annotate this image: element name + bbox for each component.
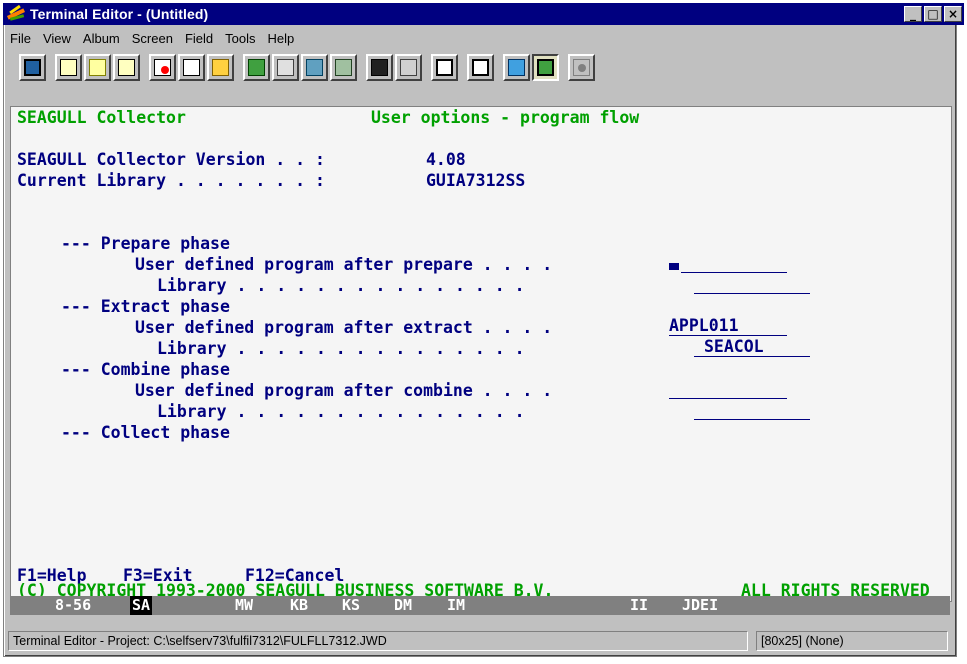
menu-bar: File View Album Screen Field Tools Help: [4, 28, 300, 48]
toolbar-button-select[interactable]: [84, 54, 111, 81]
toolbar-button-draw[interactable]: [113, 54, 140, 81]
menu-field[interactable]: Field: [179, 31, 219, 46]
menu-help[interactable]: Help: [262, 31, 301, 46]
check-icon: [277, 59, 294, 76]
menu-view[interactable]: View: [37, 31, 77, 46]
extract-program-label: User defined program after extract . . .…: [135, 318, 553, 337]
combine-program-label: User defined program after combine . . .…: [135, 381, 553, 400]
close-button[interactable]: ×: [944, 6, 962, 22]
combine-library-field[interactable]: [694, 401, 810, 420]
toolbar: [5, 50, 962, 86]
oia-ii-indicator: II: [630, 596, 649, 614]
minimize-icon: _: [910, 7, 916, 21]
oia-sa-indicator: SA: [130, 596, 153, 615]
toolbar-button-field[interactable]: [178, 54, 205, 81]
key-icon: [573, 59, 590, 76]
toolbar-button-table[interactable]: [366, 54, 393, 81]
status-screen-size: [80x25] (None): [756, 631, 948, 651]
toolbar-button-web[interactable]: [301, 54, 328, 81]
title-bar[interactable]: Terminal Editor - (Untitled) _ □ ×: [3, 3, 964, 25]
menu-file[interactable]: File: [4, 31, 37, 46]
oia-mw-indicator: MW: [235, 596, 254, 614]
oia-jdei-indicator: JDEI: [682, 596, 719, 614]
prepare-library-field[interactable]: [694, 275, 810, 294]
minimize-button[interactable]: _: [904, 6, 922, 22]
open-folder-icon: [212, 59, 229, 76]
menu-tools[interactable]: Tools: [219, 31, 261, 46]
web-icon: [306, 59, 323, 76]
maximize-icon: □: [927, 7, 939, 21]
extract-phase-heading: --- Extract phase: [61, 297, 230, 316]
toolbar-button-display[interactable]: [503, 54, 530, 81]
library-label: Current Library . . . . . . . :: [17, 171, 325, 190]
toolbar-button-record[interactable]: [149, 54, 176, 81]
oia-im-indicator: IM: [447, 596, 466, 614]
app-icon: [24, 59, 41, 76]
prepare-program-label: User defined program after prepare . . .…: [135, 255, 553, 274]
toolbar-button-key[interactable]: [568, 54, 595, 81]
status-project-path: Terminal Editor - Project: C:\selfserv73…: [8, 631, 748, 651]
extract-library-value: SEACOL: [704, 337, 764, 356]
combine-library-label: Library . . . . . . . . . . . . . . .: [157, 402, 525, 421]
extract-library-field[interactable]: SEACOL: [694, 338, 810, 357]
hand-edit-icon: [436, 59, 453, 76]
field-icon: [183, 59, 200, 76]
prepare-library-label: Library . . . . . . . . . . . . . . .: [157, 276, 525, 295]
combine-phase-heading: --- Combine phase: [61, 360, 230, 379]
maximize-button[interactable]: □: [924, 6, 942, 22]
draw-icon: [118, 59, 135, 76]
layout-icon: [400, 59, 417, 76]
menu-screen[interactable]: Screen: [126, 31, 179, 46]
terminal-screen[interactable]: SEAGULL Collector User options - program…: [10, 106, 952, 602]
close-icon: ×: [947, 7, 959, 21]
toolbar-button-layout[interactable]: [395, 54, 422, 81]
combine-program-field[interactable]: [669, 380, 787, 399]
header-left: SEAGULL Collector: [17, 108, 186, 127]
cursor: [669, 263, 679, 270]
record-icon: [154, 59, 171, 76]
grid-icon: [335, 59, 352, 76]
toolbar-button-screen[interactable]: [55, 54, 82, 81]
toolbar-button-open[interactable]: [207, 54, 234, 81]
prepare-program-field[interactable]: [681, 254, 787, 273]
toolbar-button-hand-edit[interactable]: [431, 54, 458, 81]
toolbar-button-book[interactable]: [532, 54, 559, 81]
app-logo-icon: [6, 4, 26, 23]
operator-info-area: 8-56 SA MW KB KS DM IM II JDEI: [10, 596, 950, 615]
component-icon: [248, 59, 265, 76]
toolbar-button-print[interactable]: [467, 54, 494, 81]
table-icon: [371, 59, 388, 76]
screen-icon: [60, 59, 77, 76]
oia-ks-indicator: KS: [342, 596, 361, 614]
toolbar-button-app[interactable]: [19, 54, 46, 81]
prepare-phase-heading: --- Prepare phase: [61, 234, 230, 253]
select-icon: [89, 59, 106, 76]
version-label: SEAGULL Collector Version . . :: [17, 150, 325, 169]
menu-album[interactable]: Album: [77, 31, 126, 46]
version-value: 4.08: [426, 150, 466, 169]
collect-phase-heading: --- Collect phase: [61, 423, 230, 442]
toolbar-button-check[interactable]: [272, 54, 299, 81]
toolbar-button-component[interactable]: [243, 54, 270, 81]
oia-cursor-position: 8-56: [55, 596, 92, 614]
toolbar-button-grid[interactable]: [330, 54, 357, 81]
oia-dm-indicator: DM: [394, 596, 413, 614]
extract-library-label: Library . . . . . . . . . . . . . . .: [157, 339, 525, 358]
oia-kb-indicator: KB: [290, 596, 309, 614]
extract-program-field[interactable]: APPL011: [669, 317, 787, 336]
header-right: User options - program flow: [371, 108, 640, 127]
display-icon: [508, 59, 525, 76]
book-icon: [537, 59, 554, 76]
window-title: Terminal Editor - (Untitled): [30, 6, 209, 22]
print-icon: [472, 59, 489, 76]
library-value: GUIA7312SS: [426, 171, 526, 190]
